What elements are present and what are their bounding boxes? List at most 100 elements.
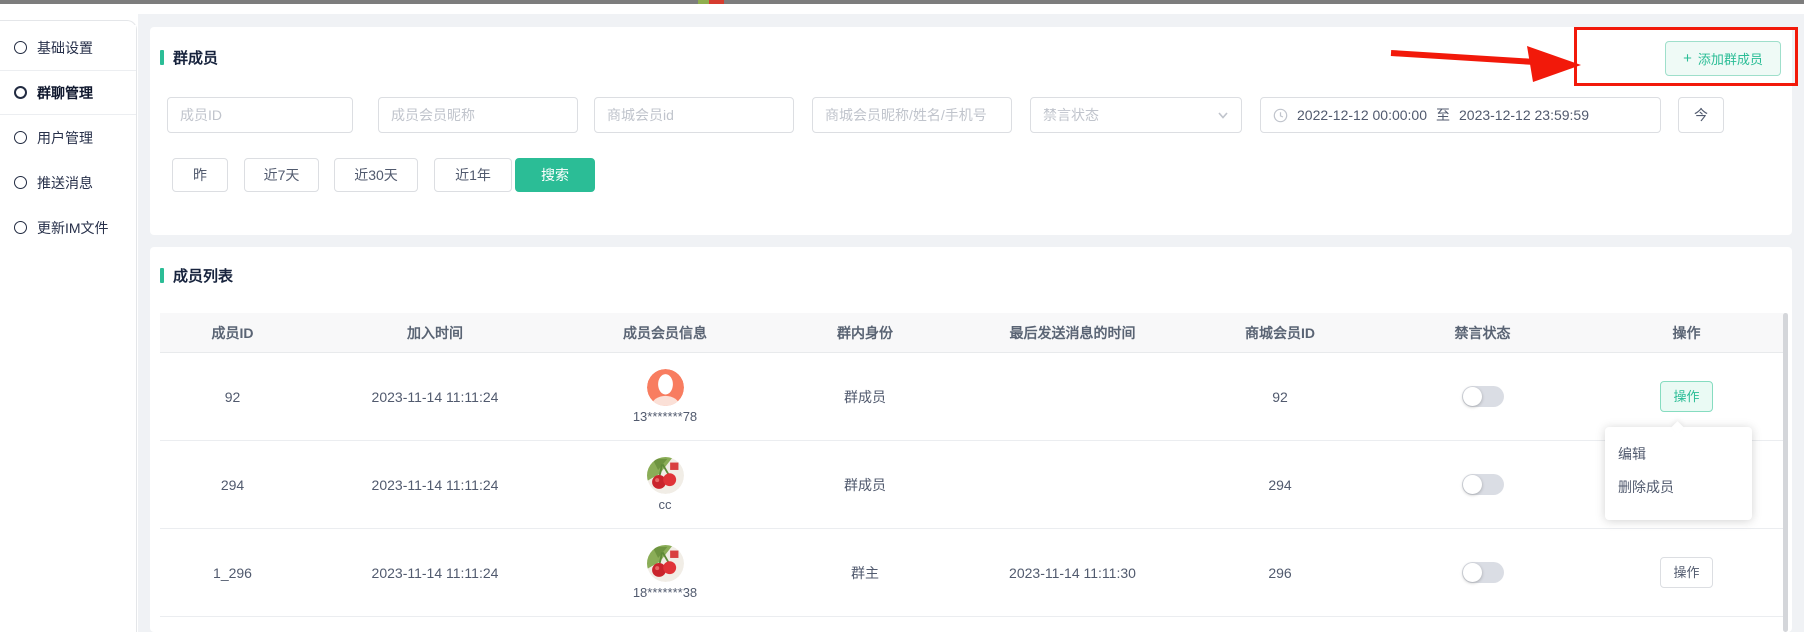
- radio-circle-icon: [14, 221, 27, 234]
- table-row: 92 2023-11-14 11:11:24 13*******78: [160, 353, 1788, 441]
- cell-mall-member-id: 92: [1180, 389, 1380, 405]
- section-title-text: 成员列表: [173, 265, 233, 286]
- cell-mute-status: [1380, 386, 1585, 407]
- cell-mall-member-id: 296: [1180, 565, 1380, 581]
- add-group-member-button[interactable]: + 添加群成员: [1665, 41, 1781, 76]
- quick-range-1year-button[interactable]: 近1年: [434, 158, 512, 192]
- sidebar-item-basic-settings[interactable]: 基础设置: [0, 25, 136, 70]
- sidebar-item-group-chat-management[interactable]: 群聊管理: [0, 70, 136, 115]
- cell-member-info: 13*******78: [565, 369, 765, 424]
- member-list-section-title: 成员列表: [160, 265, 233, 286]
- mute-toggle-off[interactable]: [1462, 562, 1504, 583]
- cell-member-info: cc: [565, 457, 765, 512]
- row-action-button[interactable]: 操作: [1660, 557, 1712, 588]
- sidebar-item-update-im-file[interactable]: 更新IM文件: [0, 205, 136, 250]
- member-id-input[interactable]: [167, 97, 353, 133]
- cell-group-role: 群主: [765, 563, 965, 583]
- date-range-picker[interactable]: 2022-12-12 00:00:00 至 2023-12-12 23:59:5…: [1260, 97, 1661, 133]
- cell-member-id: 1_296: [160, 565, 305, 581]
- search-button[interactable]: 搜索: [515, 158, 595, 192]
- green-title-bar: [160, 50, 164, 65]
- cell-action: 操作: [1585, 381, 1788, 412]
- sidebar-item-label: 用户管理: [37, 128, 93, 148]
- sidebar: 基础设置 群聊管理 用户管理 推送消息 更新IM文件: [0, 4, 138, 632]
- col-member-info: 成员会员信息: [565, 323, 765, 343]
- sidebar-item-label: 更新IM文件: [37, 218, 109, 238]
- today-button[interactable]: 今: [1678, 97, 1724, 133]
- col-mall-member-id: 商城会员ID: [1180, 323, 1380, 343]
- group-member-filter-card: 群成员 + 添加群成员 禁言状态 2022-12-12 00:00:00 至 2…: [150, 27, 1792, 235]
- cell-group-role: 群成员: [765, 387, 965, 407]
- mute-toggle-off[interactable]: [1462, 386, 1504, 407]
- cell-mute-status: [1380, 562, 1585, 583]
- sidebar-item-label: 基础设置: [37, 38, 93, 58]
- mute-status-select[interactable]: 禁言状态: [1030, 97, 1242, 133]
- col-member-id: 成员ID: [160, 323, 305, 343]
- member-phone-label: 13*******78: [633, 409, 697, 424]
- member-list-card: 成员列表 成员ID 加入时间 成员会员信息 群内身份 最后发送消息的时间 商城会…: [150, 247, 1792, 632]
- sidebar-item-user-management[interactable]: 用户管理: [0, 115, 136, 160]
- default-user-avatar: [647, 369, 684, 406]
- table-row: 1_296 2023-11-14 11:11:24: [160, 529, 1788, 617]
- action-dropdown-menu: 编辑 删除成员: [1605, 427, 1752, 520]
- member-nickname-label: cc: [659, 497, 672, 512]
- cell-last-message-time: 2023-11-14 11:11:30: [965, 565, 1180, 581]
- cell-member-id: 294: [160, 477, 305, 493]
- group-chat-admin-screen: 基础设置 群聊管理 用户管理 推送消息 更新IM文件 群成员: [0, 0, 1804, 632]
- radio-circle-icon: [14, 131, 27, 144]
- date-range-end: 2023-12-12 23:59:59: [1459, 107, 1589, 123]
- radio-circle-icon: [14, 41, 27, 54]
- plus-icon: +: [1683, 51, 1692, 66]
- col-action: 操作: [1585, 323, 1788, 343]
- radio-circle-icon: [14, 86, 27, 99]
- cell-group-role: 群成员: [765, 475, 965, 495]
- mute-status-select-placeholder: 禁言状态: [1043, 105, 1099, 125]
- browser-chrome-edge: [0, 0, 1804, 4]
- col-last-message-time: 最后发送消息的时间: [965, 323, 1180, 343]
- cell-join-time: 2023-11-14 11:11:24: [305, 565, 565, 581]
- favicon-remnant-green: [698, 0, 709, 4]
- sidebar-item-push-message[interactable]: 推送消息: [0, 160, 136, 205]
- mall-member-query-input[interactable]: [812, 97, 1012, 133]
- cherries-photo-avatar: [647, 457, 684, 494]
- cell-action: 操作: [1585, 557, 1788, 588]
- cell-join-time: 2023-11-14 11:11:24: [305, 477, 565, 493]
- quick-range-yesterday-button[interactable]: 昨: [172, 158, 228, 192]
- member-phone-label: 18*******38: [633, 585, 697, 600]
- mute-toggle-off[interactable]: [1462, 474, 1504, 495]
- sidebar-panel: 基础设置 群聊管理 用户管理 推送消息 更新IM文件: [0, 20, 137, 632]
- radio-circle-icon: [14, 176, 27, 189]
- cell-mute-status: [1380, 474, 1585, 495]
- member-nickname-input[interactable]: [378, 97, 578, 133]
- quick-range-30days-button[interactable]: 近30天: [334, 158, 418, 192]
- section-title-text: 群成员: [173, 47, 218, 68]
- toggle-knob: [1463, 387, 1482, 406]
- toggle-knob: [1463, 563, 1482, 582]
- mall-member-id-input[interactable]: [594, 97, 794, 133]
- row-action-button-active[interactable]: 操作: [1660, 381, 1712, 412]
- group-member-section-title: 群成员: [160, 47, 218, 68]
- sidebar-item-label: 推送消息: [37, 173, 93, 193]
- date-range-separator: 至: [1436, 105, 1450, 125]
- add-group-member-label: 添加群成员: [1698, 49, 1763, 68]
- table-row: 294 2023-11-14 11:11:24: [160, 441, 1788, 529]
- menu-item-delete-member[interactable]: 删除成员: [1605, 471, 1752, 504]
- cell-mall-member-id: 294: [1180, 477, 1380, 493]
- member-table: 成员ID 加入时间 成员会员信息 群内身份 最后发送消息的时间 商城会员ID 禁…: [160, 313, 1788, 617]
- col-group-role: 群内身份: [765, 323, 965, 343]
- green-title-bar: [160, 268, 164, 283]
- clock-icon: [1273, 108, 1288, 123]
- date-range-start: 2022-12-12 00:00:00: [1297, 107, 1427, 123]
- cell-member-info: 18*******38: [565, 545, 765, 600]
- favicon-remnant-red: [709, 0, 724, 4]
- cell-join-time: 2023-11-14 11:11:24: [305, 389, 565, 405]
- menu-item-edit[interactable]: 编辑: [1605, 438, 1752, 471]
- table-scrollbar[interactable]: [1783, 313, 1788, 632]
- cherries-photo-avatar: [647, 545, 684, 582]
- sidebar-item-label: 群聊管理: [37, 83, 93, 103]
- col-mute-status: 禁言状态: [1380, 323, 1585, 343]
- member-table-header: 成员ID 加入时间 成员会员信息 群内身份 最后发送消息的时间 商城会员ID 禁…: [160, 313, 1788, 353]
- cell-member-id: 92: [160, 389, 305, 405]
- quick-range-7days-button[interactable]: 近7天: [244, 158, 319, 192]
- col-join-time: 加入时间: [305, 323, 565, 343]
